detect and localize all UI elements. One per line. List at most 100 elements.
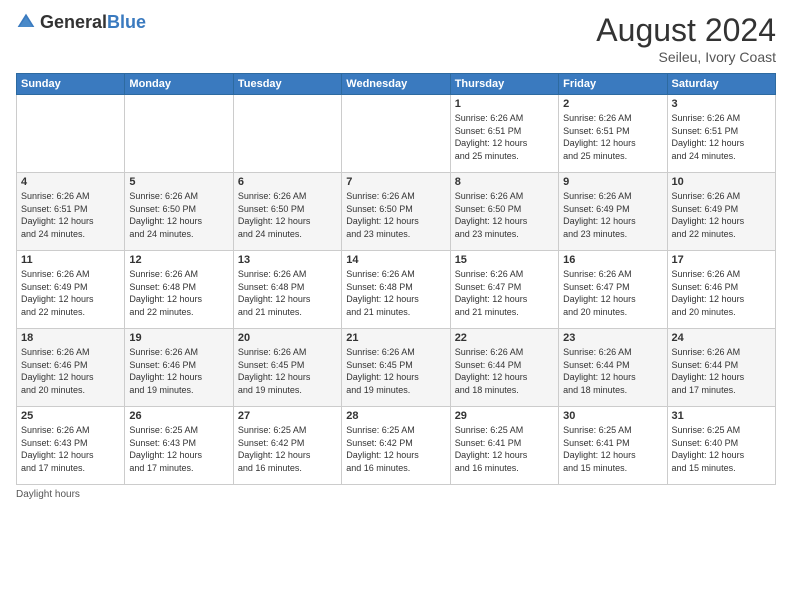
- day-cell: 16 Sunrise: 6:26 AM Sunset: 6:47 PM Dayli…: [559, 251, 667, 329]
- day-info: Sunrise: 6:26 AM Sunset: 6:51 PM Dayligh…: [672, 112, 771, 162]
- page: GeneralBlue August 2024 Seileu, Ivory Co…: [0, 0, 792, 612]
- day-info: Sunrise: 6:25 AM Sunset: 6:41 PM Dayligh…: [563, 424, 662, 474]
- day-info: Sunrise: 6:26 AM Sunset: 6:49 PM Dayligh…: [21, 268, 120, 318]
- header-cell-monday: Monday: [125, 74, 233, 95]
- week-row-3: 11Sunrise: 6:26 AM Sunset: 6:49 PM Dayli…: [17, 251, 776, 329]
- day-cell: 17 Sunrise: 6:26 AM Sunset: 6:46 PM Dayli…: [667, 251, 775, 329]
- day-number: 10: [672, 176, 771, 188]
- day-number: 18: [21, 332, 120, 344]
- day-number: 26: [129, 410, 228, 422]
- day-info: Sunrise: 6:26 AM Sunset: 6:51 PM Dayligh…: [455, 112, 554, 162]
- day-info: Sunrise: 6:26 AM Sunset: 6:44 PM Dayligh…: [672, 346, 771, 396]
- day-cell: 29 Sunrise: 6:25 AM Sunset: 6:41 PM Dayli…: [450, 407, 558, 485]
- day-cell: 13 Sunrise: 6:26 AM Sunset: 6:48 PM Dayli…: [233, 251, 341, 329]
- day-cell: 19 Sunrise: 6:26 AM Sunset: 6:46 PM Dayli…: [125, 329, 233, 407]
- week-row-2: 4 Sunrise: 6:26 AM Sunset: 6:51 PM Daylig…: [17, 173, 776, 251]
- day-info: Sunrise: 6:25 AM Sunset: 6:41 PM Dayligh…: [455, 424, 554, 474]
- header-cell-tuesday: Tuesday: [233, 74, 341, 95]
- day-number: 1: [455, 98, 554, 110]
- day-info: Sunrise: 6:26 AM Sunset: 6:46 PM Dayligh…: [21, 346, 120, 396]
- day-cell: 6Sunrise: 6:26 AM Sunset: 6:50 PM Daylig…: [233, 173, 341, 251]
- calendar-table: SundayMondayTuesdayWednesdayThursdayFrid…: [16, 73, 776, 485]
- day-number: 9: [563, 176, 662, 188]
- header-cell-sunday: Sunday: [17, 74, 125, 95]
- day-cell: 7Sunrise: 6:26 AM Sunset: 6:50 PM Daylig…: [342, 173, 450, 251]
- day-number: 15: [455, 254, 554, 266]
- day-info: Sunrise: 6:26 AM Sunset: 6:51 PM Dayligh…: [21, 190, 120, 240]
- month-year: August 2024: [596, 12, 776, 49]
- header-cell-friday: Friday: [559, 74, 667, 95]
- day-number: 24: [672, 332, 771, 344]
- day-cell: 12 Sunrise: 6:26 AM Sunset: 6:48 PM Dayli…: [125, 251, 233, 329]
- header-cell-thursday: Thursday: [450, 74, 558, 95]
- logo-icon: [16, 12, 36, 32]
- day-cell: 23 Sunrise: 6:26 AM Sunset: 6:44 PM Dayli…: [559, 329, 667, 407]
- day-number: 22: [455, 332, 554, 344]
- day-number: 19: [129, 332, 228, 344]
- day-cell: 5 Sunrise: 6:26 AM Sunset: 6:50 PM Daylig…: [125, 173, 233, 251]
- header: GeneralBlue August 2024 Seileu, Ivory Co…: [16, 12, 776, 65]
- day-number: 29: [455, 410, 554, 422]
- day-cell: [342, 95, 450, 173]
- day-info: Sunrise: 6:26 AM Sunset: 6:44 PM Dayligh…: [563, 346, 662, 396]
- day-cell: 26 Sunrise: 6:25 AM Sunset: 6:43 PM Dayli…: [125, 407, 233, 485]
- day-cell: 27Sunrise: 6:25 AM Sunset: 6:42 PM Dayli…: [233, 407, 341, 485]
- day-info: Sunrise: 6:26 AM Sunset: 6:50 PM Dayligh…: [129, 190, 228, 240]
- day-cell: 14 Sunrise: 6:26 AM Sunset: 6:48 PM Dayli…: [342, 251, 450, 329]
- day-cell: [125, 95, 233, 173]
- day-cell: 21Sunrise: 6:26 AM Sunset: 6:45 PM Dayli…: [342, 329, 450, 407]
- day-number: 28: [346, 410, 445, 422]
- daylight-label: Daylight hours: [16, 489, 80, 500]
- day-number: 5: [129, 176, 228, 188]
- logo: GeneralBlue: [16, 12, 146, 32]
- day-cell: 11Sunrise: 6:26 AM Sunset: 6:49 PM Dayli…: [17, 251, 125, 329]
- day-info: Sunrise: 6:26 AM Sunset: 6:47 PM Dayligh…: [455, 268, 554, 318]
- day-number: 7: [346, 176, 445, 188]
- day-info: Sunrise: 6:26 AM Sunset: 6:46 PM Dayligh…: [129, 346, 228, 396]
- header-cell-saturday: Saturday: [667, 74, 775, 95]
- day-cell: 1 Sunrise: 6:26 AM Sunset: 6:51 PM Daylig…: [450, 95, 558, 173]
- day-info: Sunrise: 6:26 AM Sunset: 6:45 PM Dayligh…: [346, 346, 445, 396]
- day-info: Sunrise: 6:26 AM Sunset: 6:46 PM Dayligh…: [672, 268, 771, 318]
- day-cell: 18 Sunrise: 6:26 AM Sunset: 6:46 PM Dayli…: [17, 329, 125, 407]
- day-info: Sunrise: 6:26 AM Sunset: 6:48 PM Dayligh…: [346, 268, 445, 318]
- day-number: 20: [238, 332, 337, 344]
- day-info: Sunrise: 6:25 AM Sunset: 6:42 PM Dayligh…: [238, 424, 337, 474]
- footer: Daylight hours: [16, 489, 776, 500]
- day-info: Sunrise: 6:26 AM Sunset: 6:44 PM Dayligh…: [455, 346, 554, 396]
- day-number: 17: [672, 254, 771, 266]
- day-cell: 28 Sunrise: 6:25 AM Sunset: 6:42 PM Dayli…: [342, 407, 450, 485]
- day-cell: 4 Sunrise: 6:26 AM Sunset: 6:51 PM Daylig…: [17, 173, 125, 251]
- day-number: 14: [346, 254, 445, 266]
- day-number: 2: [563, 98, 662, 110]
- week-row-1: 1 Sunrise: 6:26 AM Sunset: 6:51 PM Daylig…: [17, 95, 776, 173]
- day-number: 3: [672, 98, 771, 110]
- day-cell: 10 Sunrise: 6:26 AM Sunset: 6:49 PM Dayli…: [667, 173, 775, 251]
- day-info: Sunrise: 6:25 AM Sunset: 6:42 PM Dayligh…: [346, 424, 445, 474]
- day-cell: 30 Sunrise: 6:25 AM Sunset: 6:41 PM Dayli…: [559, 407, 667, 485]
- day-info: Sunrise: 6:26 AM Sunset: 6:43 PM Dayligh…: [21, 424, 120, 474]
- day-number: 31: [672, 410, 771, 422]
- day-info: Sunrise: 6:25 AM Sunset: 6:43 PM Dayligh…: [129, 424, 228, 474]
- day-info: Sunrise: 6:26 AM Sunset: 6:47 PM Dayligh…: [563, 268, 662, 318]
- day-info: Sunrise: 6:26 AM Sunset: 6:48 PM Dayligh…: [238, 268, 337, 318]
- day-number: 13: [238, 254, 337, 266]
- location: Seileu, Ivory Coast: [596, 49, 776, 65]
- title-block: August 2024 Seileu, Ivory Coast: [596, 12, 776, 65]
- day-info: Sunrise: 6:26 AM Sunset: 6:48 PM Dayligh…: [129, 268, 228, 318]
- day-number: 12: [129, 254, 228, 266]
- day-cell: 20 Sunrise: 6:26 AM Sunset: 6:45 PM Dayli…: [233, 329, 341, 407]
- day-info: Sunrise: 6:26 AM Sunset: 6:49 PM Dayligh…: [672, 190, 771, 240]
- day-info: Sunrise: 6:25 AM Sunset: 6:40 PM Dayligh…: [672, 424, 771, 474]
- day-number: 30: [563, 410, 662, 422]
- logo-text: GeneralBlue: [40, 13, 146, 31]
- day-number: 16: [563, 254, 662, 266]
- day-cell: 2 Sunrise: 6:26 AM Sunset: 6:51 PM Daylig…: [559, 95, 667, 173]
- day-info: Sunrise: 6:26 AM Sunset: 6:45 PM Dayligh…: [238, 346, 337, 396]
- day-cell: 15 Sunrise: 6:26 AM Sunset: 6:47 PM Dayli…: [450, 251, 558, 329]
- day-info: Sunrise: 6:26 AM Sunset: 6:51 PM Dayligh…: [563, 112, 662, 162]
- day-number: 23: [563, 332, 662, 344]
- week-row-5: 25 Sunrise: 6:26 AM Sunset: 6:43 PM Dayli…: [17, 407, 776, 485]
- day-number: 4: [21, 176, 120, 188]
- day-number: 25: [21, 410, 120, 422]
